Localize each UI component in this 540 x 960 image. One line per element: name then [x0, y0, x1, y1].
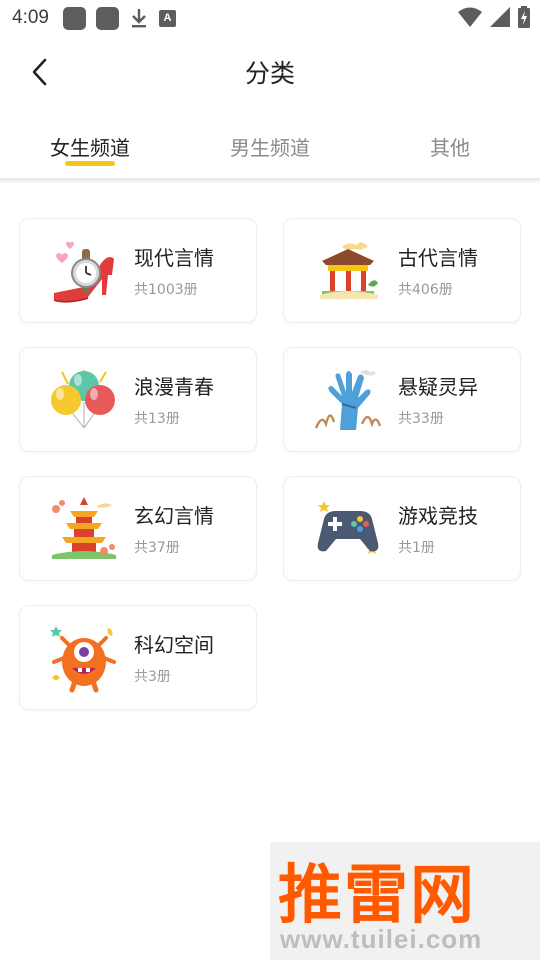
high-heel-watch-icon — [54, 241, 114, 303]
tab-female-channel[interactable]: 女生频道 — [0, 112, 180, 178]
category-card-gaming-esports[interactable]: 游戏竞技 共1册 — [283, 476, 521, 581]
pavilion-icon — [320, 241, 378, 299]
category-name: 浪漫青春 — [134, 375, 214, 399]
channel-tabs: 女生频道 男生频道 其他 — [0, 112, 540, 178]
category-name: 游戏竞技 — [398, 504, 478, 528]
tab-label: 其他 — [430, 136, 470, 160]
watermark-url: www.tuilei.com — [280, 924, 483, 954]
tab-label: 男生频道 — [230, 136, 310, 160]
category-name: 悬疑灵异 — [398, 375, 478, 399]
tab-male-channel[interactable]: 男生频道 — [180, 112, 360, 178]
download-icon — [131, 9, 146, 28]
app-header: 分类 — [0, 36, 540, 108]
category-count: 共3册 — [134, 669, 171, 685]
category-count: 共33册 — [398, 411, 444, 427]
tab-label: 女生频道 — [50, 136, 130, 160]
category-count: 共1003册 — [134, 282, 198, 298]
category-count: 共406册 — [398, 282, 453, 298]
category-count: 共13册 — [134, 411, 180, 427]
gamepad-icon — [317, 500, 379, 554]
notification-square-icon — [62, 6, 86, 30]
category-count: 共37册 — [134, 540, 180, 556]
wifi-icon — [458, 7, 482, 27]
signal-icon — [490, 7, 510, 27]
balloons-icon — [51, 369, 115, 428]
category-name: 现代言情 — [134, 246, 214, 270]
status-time: 4:09 — [12, 7, 49, 28]
category-card-sci-fi-space[interactable]: 科幻空间 共3册 — [19, 605, 257, 710]
alien-monster-icon — [50, 625, 116, 692]
watermark-title: 推雷网 — [278, 859, 476, 933]
category-card-ancient-romance[interactable]: 古代言情 共406册 — [283, 218, 521, 323]
active-tab-indicator — [65, 161, 115, 166]
status-bar: 4:09 A — [0, 0, 540, 36]
text-a-icon: A — [158, 9, 176, 27]
category-name: 科幻空间 — [134, 633, 214, 657]
tab-other[interactable]: 其他 — [360, 112, 540, 178]
notification-square-icon — [95, 6, 119, 30]
category-count: 共1册 — [398, 540, 435, 556]
category-name: 古代言情 — [398, 246, 478, 270]
category-name: 玄幻言情 — [134, 504, 214, 528]
battery-charging-icon — [518, 6, 530, 28]
category-grid: 现代言情 共1003册 古代言情 共406册 浪漫青春 共13册 悬疑灵异 共3… — [19, 218, 521, 710]
category-card-romantic-youth[interactable]: 浪漫青春 共13册 — [19, 347, 257, 452]
watermark: 推雷网 www.tuilei.com — [270, 842, 540, 960]
tabs-divider — [0, 178, 540, 184]
pagoda-icon — [52, 496, 116, 559]
page-title: 分类 — [244, 59, 295, 88]
category-card-suspense-supernatural[interactable]: 悬疑灵异 共33册 — [283, 347, 521, 452]
category-card-modern-romance[interactable]: 现代言情 共1003册 — [19, 218, 257, 323]
zombie-hand-icon — [314, 369, 382, 430]
category-card-fantasy-romance[interactable]: 玄幻言情 共37册 — [19, 476, 257, 581]
